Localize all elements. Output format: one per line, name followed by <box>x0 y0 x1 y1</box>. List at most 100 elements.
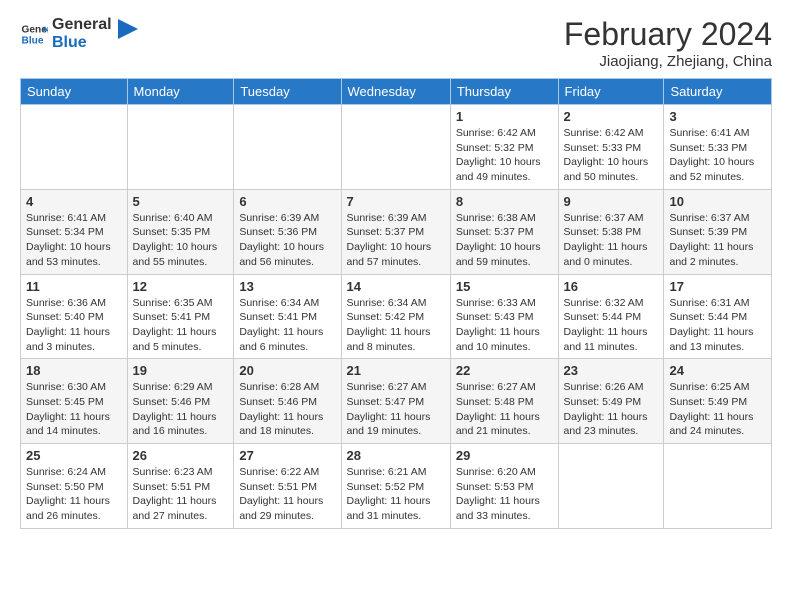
day-info: Sunrise: 6:25 AMSunset: 5:49 PMDaylight:… <box>669 380 766 439</box>
calendar-cell: 25Sunrise: 6:24 AMSunset: 5:50 PMDayligh… <box>21 444 128 529</box>
calendar-header-row: SundayMondayTuesdayWednesdayThursdayFrid… <box>21 79 772 105</box>
day-number: 20 <box>239 363 335 378</box>
day-number: 17 <box>669 279 766 294</box>
day-info: Sunrise: 6:30 AMSunset: 5:45 PMDaylight:… <box>26 380 122 439</box>
header-wednesday: Wednesday <box>341 79 450 105</box>
day-info: Sunrise: 6:26 AMSunset: 5:49 PMDaylight:… <box>564 380 659 439</box>
calendar-cell: 6Sunrise: 6:39 AMSunset: 5:36 PMDaylight… <box>234 189 341 274</box>
header-sunday: Sunday <box>21 79 128 105</box>
calendar-cell: 29Sunrise: 6:20 AMSunset: 5:53 PMDayligh… <box>450 444 558 529</box>
calendar-cell: 14Sunrise: 6:34 AMSunset: 5:42 PMDayligh… <box>341 274 450 359</box>
day-info: Sunrise: 6:22 AMSunset: 5:51 PMDaylight:… <box>239 465 335 524</box>
calendar-cell: 18 Sunrise: 6:30 AMSunset: 5:45 PMDayligh… <box>21 359 128 444</box>
day-number: 21 <box>347 363 445 378</box>
calendar-cell: 7Sunrise: 6:39 AMSunset: 5:37 PMDaylight… <box>341 189 450 274</box>
day-info: Sunrise: 6:33 AMSunset: 5:43 PMDaylight:… <box>456 296 553 355</box>
header-thursday: Thursday <box>450 79 558 105</box>
logo-general-text: General <box>52 16 112 34</box>
calendar-cell: 27 Sunrise: 6:22 AMSunset: 5:51 PMDayligh… <box>234 444 341 529</box>
day-info: Sunrise: 6:21 AMSunset: 5:52 PMDaylight:… <box>347 465 445 524</box>
day-number: 3 <box>669 109 766 124</box>
day-number: 18 <box>26 363 122 378</box>
day-number: 1 <box>456 109 553 124</box>
day-number: 27 <box>239 448 335 463</box>
day-info: Sunrise: 6:37 AMSunset: 5:39 PMDaylight:… <box>669 211 766 270</box>
day-number: 2 <box>564 109 659 124</box>
calendar-cell: 12 Sunrise: 6:35 AMSunset: 5:41 PMDayligh… <box>127 274 234 359</box>
calendar-cell: 24 Sunrise: 6:25 AMSunset: 5:49 PMDayligh… <box>664 359 772 444</box>
calendar-cell: 3 Sunrise: 6:41 AMSunset: 5:33 PMDaylight… <box>664 105 772 190</box>
calendar-cell: 17 Sunrise: 6:31 AMSunset: 5:44 PMDayligh… <box>664 274 772 359</box>
calendar-week-3: 11 Sunrise: 6:36 AMSunset: 5:40 PMDayligh… <box>21 274 772 359</box>
calendar-cell: 22Sunrise: 6:27 AMSunset: 5:48 PMDayligh… <box>450 359 558 444</box>
calendar-cell: 23 Sunrise: 6:26 AMSunset: 5:49 PMDayligh… <box>558 359 664 444</box>
day-info: Sunrise: 6:29 AMSunset: 5:46 PMDaylight:… <box>133 380 229 439</box>
day-info: Sunrise: 6:23 AMSunset: 5:51 PMDaylight:… <box>133 465 229 524</box>
calendar-cell: 13 Sunrise: 6:34 AMSunset: 5:41 PMDayligh… <box>234 274 341 359</box>
calendar-cell <box>127 105 234 190</box>
calendar-cell: 16Sunrise: 6:32 AMSunset: 5:44 PMDayligh… <box>558 274 664 359</box>
day-info: Sunrise: 6:37 AMSunset: 5:38 PMDaylight:… <box>564 211 659 270</box>
day-info: Sunrise: 6:28 AMSunset: 5:46 PMDaylight:… <box>239 380 335 439</box>
day-info: Sunrise: 6:35 AMSunset: 5:41 PMDaylight:… <box>133 296 229 355</box>
page-header: General Blue General Blue February 2024 … <box>20 16 772 70</box>
day-info: Sunrise: 6:34 AMSunset: 5:41 PMDaylight:… <box>239 296 335 355</box>
day-number: 25 <box>26 448 122 463</box>
calendar-week-1: 1 Sunrise: 6:42 AMSunset: 5:32 PMDaylight… <box>21 105 772 190</box>
day-info: Sunrise: 6:41 AMSunset: 5:34 PMDaylight:… <box>26 211 122 270</box>
logo-arrow-icon <box>118 19 138 39</box>
calendar-cell <box>558 444 664 529</box>
day-number: 28 <box>347 448 445 463</box>
calendar-week-4: 18 Sunrise: 6:30 AMSunset: 5:45 PMDayligh… <box>21 359 772 444</box>
day-info: Sunrise: 6:27 AMSunset: 5:47 PMDaylight:… <box>347 380 445 439</box>
day-number: 9 <box>564 194 659 209</box>
header-saturday: Saturday <box>664 79 772 105</box>
calendar-cell <box>664 444 772 529</box>
day-number: 6 <box>239 194 335 209</box>
title-block: February 2024 Jiaojiang, Zhejiang, China <box>564 16 772 70</box>
day-info: Sunrise: 6:38 AMSunset: 5:37 PMDaylight:… <box>456 211 553 270</box>
day-info: Sunrise: 6:32 AMSunset: 5:44 PMDaylight:… <box>564 296 659 355</box>
day-info: Sunrise: 6:31 AMSunset: 5:44 PMDaylight:… <box>669 296 766 355</box>
calendar-cell: 19 Sunrise: 6:29 AMSunset: 5:46 PMDayligh… <box>127 359 234 444</box>
day-number: 22 <box>456 363 553 378</box>
day-number: 19 <box>133 363 229 378</box>
calendar-cell: 8 Sunrise: 6:38 AMSunset: 5:37 PMDaylight… <box>450 189 558 274</box>
day-info: Sunrise: 6:40 AMSunset: 5:35 PMDaylight:… <box>133 211 229 270</box>
day-info: Sunrise: 6:42 AMSunset: 5:32 PMDaylight:… <box>456 126 553 185</box>
day-number: 23 <box>564 363 659 378</box>
calendar-cell: 26 Sunrise: 6:23 AMSunset: 5:51 PMDayligh… <box>127 444 234 529</box>
day-number: 13 <box>239 279 335 294</box>
calendar-cell: 20 Sunrise: 6:28 AMSunset: 5:46 PMDayligh… <box>234 359 341 444</box>
day-number: 4 <box>26 194 122 209</box>
calendar-cell: 21 Sunrise: 6:27 AMSunset: 5:47 PMDayligh… <box>341 359 450 444</box>
day-number: 12 <box>133 279 229 294</box>
logo: General Blue General Blue <box>20 16 138 53</box>
day-number: 11 <box>26 279 122 294</box>
month-year-title: February 2024 <box>564 16 772 53</box>
day-info: Sunrise: 6:36 AMSunset: 5:40 PMDaylight:… <box>26 296 122 355</box>
day-info: Sunrise: 6:39 AMSunset: 5:37 PMDaylight:… <box>347 211 445 270</box>
calendar-cell: 11 Sunrise: 6:36 AMSunset: 5:40 PMDayligh… <box>21 274 128 359</box>
calendar-week-2: 4 Sunrise: 6:41 AMSunset: 5:34 PMDaylight… <box>21 189 772 274</box>
svg-text:Blue: Blue <box>22 36 44 47</box>
calendar-cell <box>234 105 341 190</box>
day-number: 15 <box>456 279 553 294</box>
calendar-cell: 4 Sunrise: 6:41 AMSunset: 5:34 PMDaylight… <box>21 189 128 274</box>
day-number: 26 <box>133 448 229 463</box>
calendar-cell: 1 Sunrise: 6:42 AMSunset: 5:32 PMDaylight… <box>450 105 558 190</box>
calendar-cell <box>341 105 450 190</box>
location-subtitle: Jiaojiang, Zhejiang, China <box>564 53 772 70</box>
day-number: 5 <box>133 194 229 209</box>
calendar-cell: 28 Sunrise: 6:21 AMSunset: 5:52 PMDayligh… <box>341 444 450 529</box>
day-info: Sunrise: 6:20 AMSunset: 5:53 PMDaylight:… <box>456 465 553 524</box>
calendar-cell <box>21 105 128 190</box>
day-number: 10 <box>669 194 766 209</box>
day-info: Sunrise: 6:34 AMSunset: 5:42 PMDaylight:… <box>347 296 445 355</box>
day-info: Sunrise: 6:41 AMSunset: 5:33 PMDaylight:… <box>669 126 766 185</box>
calendar-cell: 5 Sunrise: 6:40 AMSunset: 5:35 PMDaylight… <box>127 189 234 274</box>
header-friday: Friday <box>558 79 664 105</box>
day-number: 24 <box>669 363 766 378</box>
header-tuesday: Tuesday <box>234 79 341 105</box>
day-number: 8 <box>456 194 553 209</box>
